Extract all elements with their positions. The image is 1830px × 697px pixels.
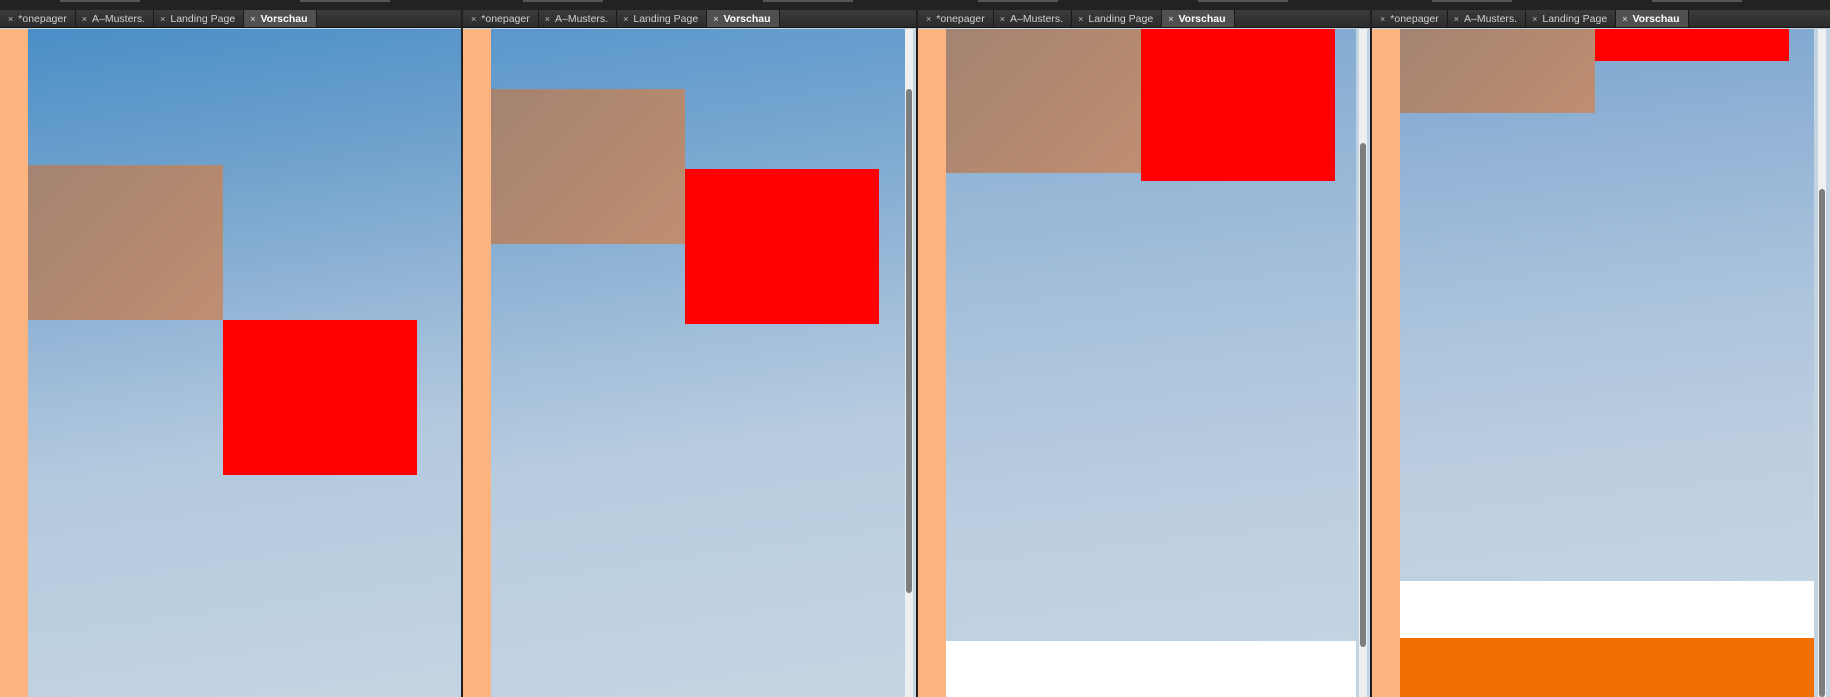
tab-label: *onepager: [18, 12, 67, 25]
tab-bar: × *onepager × A–Musters. × Landing Page …: [0, 10, 462, 28]
scrollbar-thumb[interactable]: [906, 89, 912, 593]
brown-box: [946, 29, 1141, 173]
scrollbar-thumb[interactable]: [1360, 143, 1366, 647]
sidebar-strip: [463, 29, 491, 697]
brown-box: [28, 165, 223, 320]
sidebar-strip: [918, 29, 946, 697]
scrollbar-thumb[interactable]: [1819, 189, 1825, 697]
tab-label: A–Musters.: [92, 12, 146, 25]
panel-title-strip: [463, 0, 917, 10]
tab-label: *onepager: [481, 12, 530, 25]
tab-label: Landing Page: [170, 12, 236, 25]
close-icon[interactable]: ×: [926, 14, 931, 24]
tab-landing-page[interactable]: × Landing Page: [154, 10, 245, 27]
tab-a-musters[interactable]: × A–Musters.: [76, 10, 155, 27]
preview-viewport[interactable]: [463, 29, 917, 697]
close-icon[interactable]: ×: [1168, 14, 1173, 24]
red-box: [223, 320, 417, 475]
tab-label: Vorschau: [1632, 12, 1680, 25]
preview-viewport[interactable]: [0, 29, 462, 697]
tab-label: A–Musters.: [1464, 12, 1518, 25]
tab-label: Landing Page: [1088, 12, 1154, 25]
tab-label: *onepager: [936, 12, 985, 25]
tab-label: Vorschau: [1178, 12, 1226, 25]
brown-box: [1400, 29, 1595, 113]
red-box: [1595, 29, 1789, 61]
panel-title-strip: [918, 0, 1371, 10]
tab-bar: × *onepager × A–Musters. × Landing Page …: [918, 10, 1371, 28]
tab-label: Landing Page: [633, 12, 699, 25]
close-icon[interactable]: ×: [713, 14, 718, 24]
close-icon[interactable]: ×: [471, 14, 476, 24]
panel-title-strip: [0, 0, 462, 10]
tab-a-musters[interactable]: × A–Musters.: [1448, 10, 1527, 27]
close-icon[interactable]: ×: [250, 14, 255, 24]
preview-panel-4: × *onepager × A–Musters. × Landing Page …: [1372, 0, 1830, 697]
close-icon[interactable]: ×: [160, 14, 165, 24]
tab-landing-page[interactable]: × Landing Page: [1526, 10, 1617, 27]
tab-label: Vorschau: [723, 12, 771, 25]
tab-onepager[interactable]: × *onepager: [1374, 10, 1448, 27]
tab-label: *onepager: [1390, 12, 1439, 25]
page-content: [946, 29, 1356, 697]
orange-footer: [1400, 638, 1814, 697]
tab-onepager[interactable]: × *onepager: [465, 10, 539, 27]
tab-a-musters[interactable]: × A–Musters.: [994, 10, 1073, 27]
red-box: [685, 169, 879, 324]
sidebar-strip: [0, 29, 28, 697]
close-icon[interactable]: ×: [82, 14, 87, 24]
tab-label: A–Musters.: [1010, 12, 1064, 25]
preview-viewport[interactable]: [918, 29, 1371, 697]
close-icon[interactable]: ×: [623, 14, 628, 24]
tab-vorschau[interactable]: × Vorschau: [707, 10, 780, 27]
tab-label: Vorschau: [260, 12, 308, 25]
tab-landing-page[interactable]: × Landing Page: [617, 10, 708, 27]
close-icon[interactable]: ×: [1380, 14, 1385, 24]
tab-bar: × *onepager × A–Musters. × Landing Page …: [1372, 10, 1830, 28]
tab-label: Landing Page: [1542, 12, 1608, 25]
white-section: [946, 641, 1356, 697]
close-icon[interactable]: ×: [1078, 14, 1083, 24]
vertical-scrollbar[interactable]: [1359, 29, 1367, 697]
vertical-scrollbar[interactable]: [1818, 29, 1826, 697]
white-section: [1400, 581, 1814, 638]
sidebar-strip: [1372, 29, 1400, 697]
preview-workspace: × *onepager × A–Musters. × Landing Page …: [0, 0, 1830, 697]
brown-box: [491, 89, 685, 244]
close-icon[interactable]: ×: [545, 14, 550, 24]
tab-label: A–Musters.: [555, 12, 609, 25]
preview-panel-1: × *onepager × A–Musters. × Landing Page …: [0, 0, 462, 697]
preview-viewport[interactable]: [1372, 29, 1830, 697]
close-icon[interactable]: ×: [8, 14, 13, 24]
tab-vorschau[interactable]: × Vorschau: [244, 10, 317, 27]
preview-panel-2: × *onepager × A–Musters. × Landing Page …: [463, 0, 917, 697]
page-content: [491, 29, 905, 697]
close-icon[interactable]: ×: [1622, 14, 1627, 24]
panel-title-strip: [1372, 0, 1830, 10]
tab-a-musters[interactable]: × A–Musters.: [539, 10, 618, 27]
tab-onepager[interactable]: × *onepager: [2, 10, 76, 27]
vertical-scrollbar[interactable]: [905, 29, 913, 697]
red-box: [1141, 29, 1335, 181]
tab-vorschau[interactable]: × Vorschau: [1616, 10, 1689, 27]
page-content: [1400, 29, 1814, 697]
close-icon[interactable]: ×: [1454, 14, 1459, 24]
tab-vorschau[interactable]: × Vorschau: [1162, 10, 1235, 27]
tab-onepager[interactable]: × *onepager: [920, 10, 994, 27]
close-icon[interactable]: ×: [1532, 14, 1537, 24]
tab-landing-page[interactable]: × Landing Page: [1072, 10, 1163, 27]
preview-panel-3: × *onepager × A–Musters. × Landing Page …: [918, 0, 1371, 697]
page-content: [28, 29, 462, 697]
close-icon[interactable]: ×: [1000, 14, 1005, 24]
tab-bar: × *onepager × A–Musters. × Landing Page …: [463, 10, 917, 28]
